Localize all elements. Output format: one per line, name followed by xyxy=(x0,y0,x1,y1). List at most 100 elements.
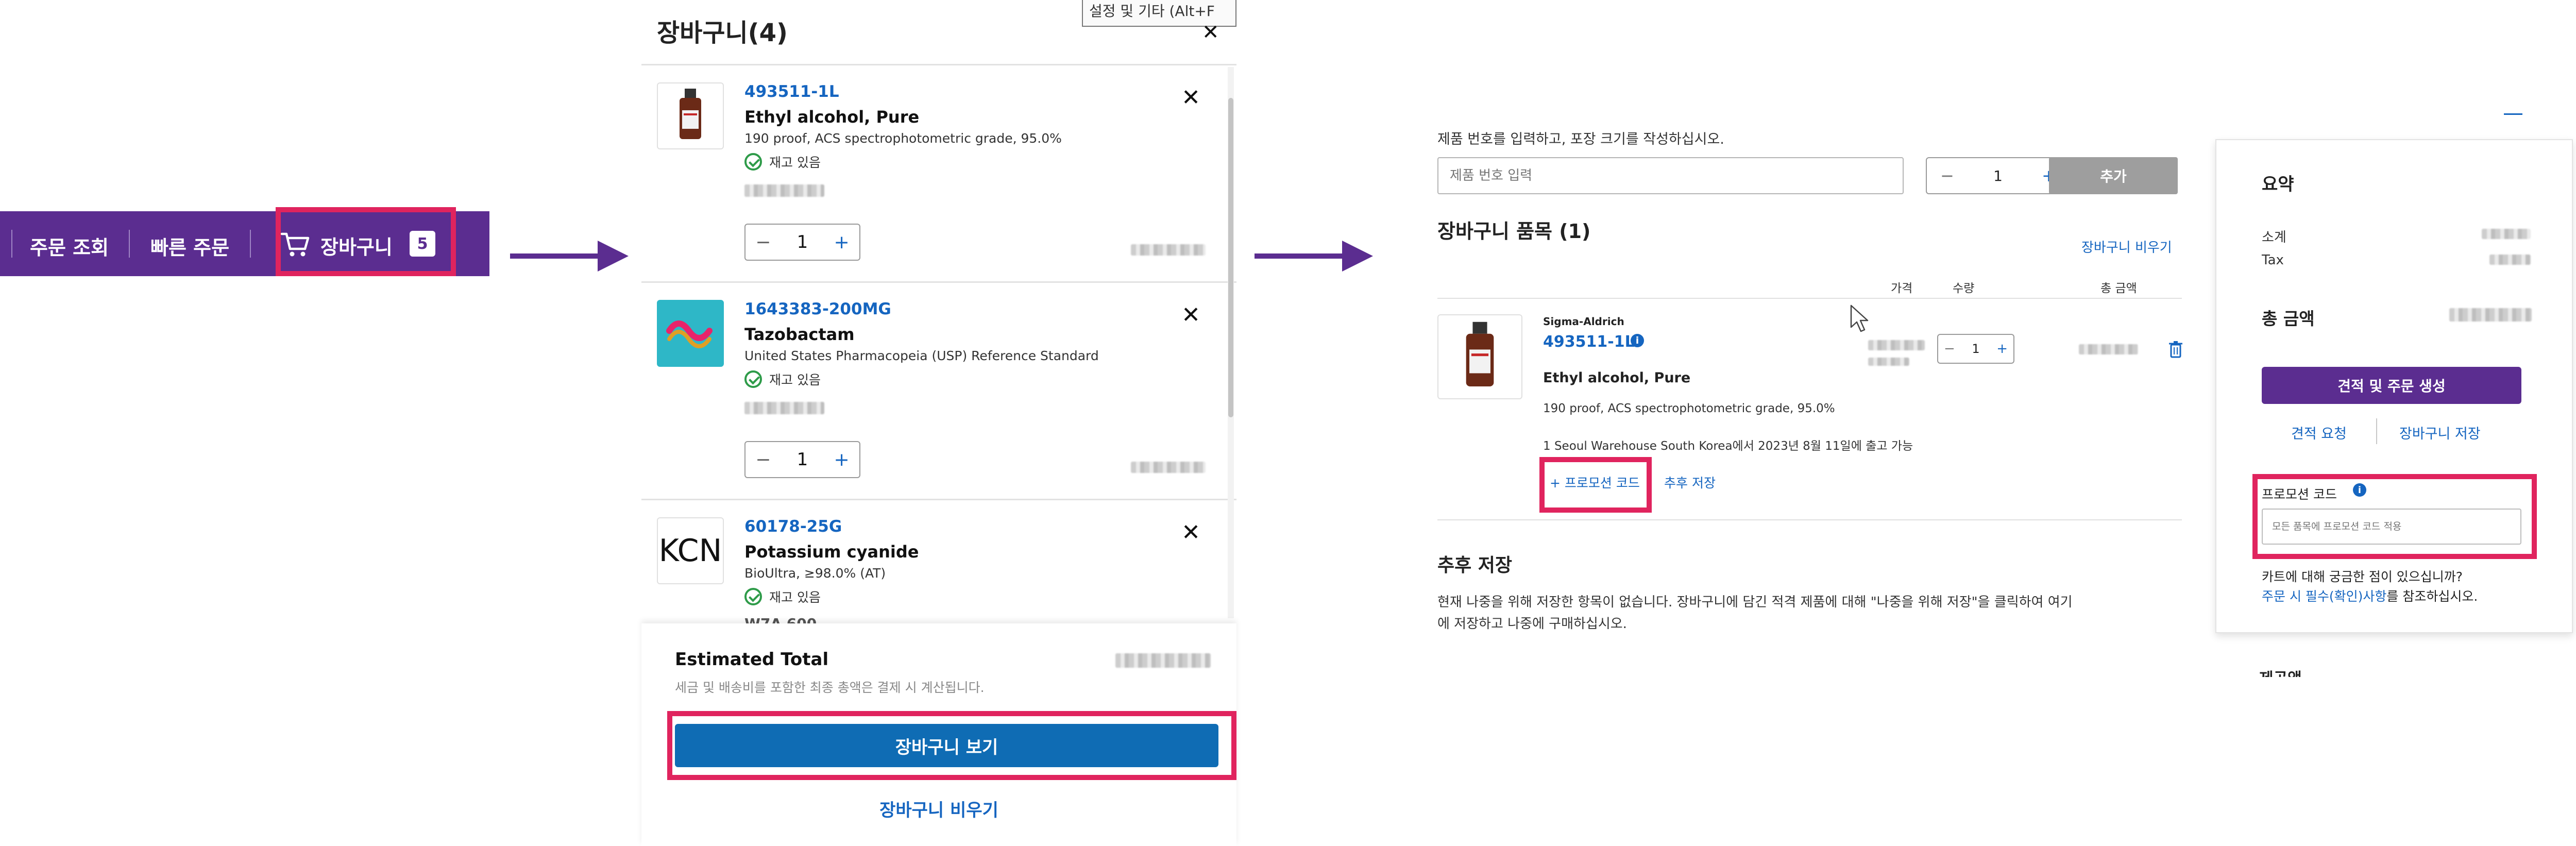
save-for-later-link[interactable]: 추후 저장 xyxy=(1664,473,1716,492)
usp-logo-icon xyxy=(657,300,724,367)
stock-label: 재고 있음 xyxy=(769,373,821,387)
product-name: Ethyl alcohol, Pure xyxy=(744,107,920,127)
create-quote-order-button[interactable]: 견적 및 주문 생성 xyxy=(2262,367,2521,404)
empty-cart-link[interactable]: 장바구니 비우기 xyxy=(2081,237,2172,256)
quantity-stepper[interactable]: − 1 + xyxy=(744,441,860,478)
highlight-box xyxy=(1539,457,1652,513)
total-redacted xyxy=(1131,244,1206,256)
quick-order-link[interactable]: 빠른 주문 xyxy=(150,232,229,260)
tax-note: 세금 및 배송비를 포함한 최종 총액은 결제 시 계산됩니다. xyxy=(675,680,985,695)
stock-status: 재고 있음 xyxy=(744,153,821,171)
order-notes-suffix: 를 참조하십시오. xyxy=(2386,589,2478,604)
partial-heading: 제공액 xyxy=(2259,666,2302,677)
stock-status: 재고 있음 xyxy=(744,370,821,388)
total-column-header: 총 금액 xyxy=(2100,282,2137,295)
highlight-box xyxy=(2252,474,2537,559)
flow-arrow xyxy=(1255,253,1345,259)
quantity-column-header: 수량 xyxy=(1953,282,1975,295)
trash-icon[interactable] xyxy=(2168,340,2183,359)
scrollbar-track[interactable] xyxy=(1228,67,1234,618)
add-quantity-stepper[interactable]: − 1 + xyxy=(1926,157,2070,194)
nav-divider xyxy=(250,230,251,258)
saved-empty-text: 현재 나중을 위해 저장한 항목이 없습니다. 장바구니에 담긴 적격 제품에 … xyxy=(1437,595,2073,610)
quantity-value[interactable]: 1 xyxy=(781,449,824,470)
request-quote-link[interactable]: 견적 요청 xyxy=(2291,422,2347,443)
mouse-cursor-icon xyxy=(1850,304,1869,332)
add-button[interactable]: 추가 xyxy=(2049,157,2178,194)
remove-item-icon[interactable]: ✕ xyxy=(1181,84,1200,111)
product-description: United States Pharmacopeia (USP) Referen… xyxy=(744,348,1099,363)
plus-icon[interactable]: + xyxy=(824,232,859,253)
scrollbar-thumb[interactable] xyxy=(1228,98,1233,417)
plus-icon[interactable]: + xyxy=(1991,341,2013,357)
bottle-icon xyxy=(1437,314,1522,399)
total-redacted xyxy=(2449,308,2532,322)
product-sku-link[interactable]: 60178-25G xyxy=(744,517,842,536)
product-description: BioUltra, ≥98.0% (AT) xyxy=(744,566,886,581)
brand-label: Sigma-Aldrich xyxy=(1543,315,1624,328)
product-name: Ethyl alcohol, Pure xyxy=(1543,370,1691,386)
price-redacted xyxy=(1868,358,1909,366)
product-sku-link[interactable]: 493511-1L xyxy=(744,82,839,101)
tax-redacted xyxy=(2489,255,2531,265)
divider xyxy=(2376,418,2377,444)
divider xyxy=(1437,298,2182,299)
total-redacted xyxy=(2079,344,2138,354)
remove-item-icon[interactable]: ✕ xyxy=(1181,519,1200,546)
product-description: 190 proof, ACS spectrophotometric grade,… xyxy=(744,131,1062,146)
product-number-input[interactable] xyxy=(1437,157,1904,194)
stock-status: 재고 있음 xyxy=(744,587,821,606)
nav-divider xyxy=(11,230,12,258)
saved-empty-text-continued: 에 저장하고 나중에 구매하십시오. xyxy=(1437,616,1627,632)
flow-arrow xyxy=(510,253,600,259)
cart-question-text: 카트에 대해 궁금한 점이 있으십니까? xyxy=(2262,569,2463,584)
remove-item-icon[interactable]: ✕ xyxy=(1181,302,1200,328)
product-sku-link[interactable]: 1643383-200MG xyxy=(744,300,891,318)
mini-cart-item: 1643383-200MG Tazobactam United States P… xyxy=(641,281,1236,498)
total-label: 총 금액 xyxy=(2262,309,2315,329)
minus-icon[interactable]: − xyxy=(1927,166,1968,185)
nav-divider xyxy=(129,230,130,258)
quantity-value[interactable]: 1 xyxy=(1968,167,2028,184)
highlight-box xyxy=(276,207,456,276)
check-circle-icon xyxy=(744,588,762,605)
minus-icon[interactable]: − xyxy=(1938,341,1961,357)
minus-icon[interactable]: − xyxy=(745,232,781,253)
price-redacted xyxy=(744,184,824,197)
collapse-icon[interactable] xyxy=(2504,113,2522,115)
product-name: Tazobactam xyxy=(744,325,855,344)
estimated-total-redacted xyxy=(1115,653,1211,668)
saved-for-later-heading: 추후 저장 xyxy=(1437,555,1513,576)
product-name: Potassium cyanide xyxy=(744,542,919,562)
product-description: 190 proof, ACS spectrophotometric grade,… xyxy=(1543,402,1835,415)
mini-cart-title: 장바구니(4) xyxy=(657,19,788,47)
quantity-stepper[interactable]: − 1 + xyxy=(1937,334,2014,364)
subtotal-redacted xyxy=(2482,229,2531,239)
shipping-availability: 1 Seoul Warehouse South Korea에서 2023년 8월… xyxy=(1543,439,1913,453)
product-sku-link[interactable]: 493511-1L xyxy=(1543,333,1635,351)
minus-icon[interactable]: − xyxy=(745,449,781,470)
total-redacted xyxy=(1131,462,1206,473)
quantity-stepper[interactable]: − 1 + xyxy=(744,224,860,261)
order-lookup-link[interactable]: 주문 조회 xyxy=(30,232,109,260)
stock-label: 재고 있음 xyxy=(769,155,821,170)
mini-cart-item: 493511-1L Ethyl alcohol, Pure 190 proof,… xyxy=(641,64,1236,280)
save-cart-link[interactable]: 장바구니 저장 xyxy=(2399,422,2481,443)
stock-label: 재고 있음 xyxy=(769,590,821,605)
check-circle-icon xyxy=(744,153,762,171)
flow-arrow-head xyxy=(1342,241,1373,272)
tax-label: Tax xyxy=(2262,252,2284,268)
estimated-total-label: Estimated Total xyxy=(675,649,829,670)
cart-items-heading: 장바구니 품목 (1) xyxy=(1437,220,1591,243)
subtotal-label: 소계 xyxy=(2262,230,2286,245)
divider xyxy=(1437,519,2182,520)
info-icon[interactable]: i xyxy=(1631,334,1644,347)
quantity-value[interactable]: 1 xyxy=(1961,342,1991,356)
plus-icon[interactable]: + xyxy=(824,449,859,470)
empty-cart-link[interactable]: 장바구니 비우기 xyxy=(641,796,1236,821)
close-icon[interactable]: ✕ xyxy=(1202,21,1219,44)
quantity-value[interactable]: 1 xyxy=(781,232,824,252)
mini-cart-item: KCN 60178-25G Potassium cyanide BioUltra… xyxy=(641,499,1236,628)
order-notes-link[interactable]: 주문 시 필수(확인)사항 xyxy=(2262,589,2386,604)
mini-cart-panel: 장바구니(4) 설정 및 기타 (Alt+F ✕ 493511-1L Ethyl… xyxy=(641,0,1236,846)
